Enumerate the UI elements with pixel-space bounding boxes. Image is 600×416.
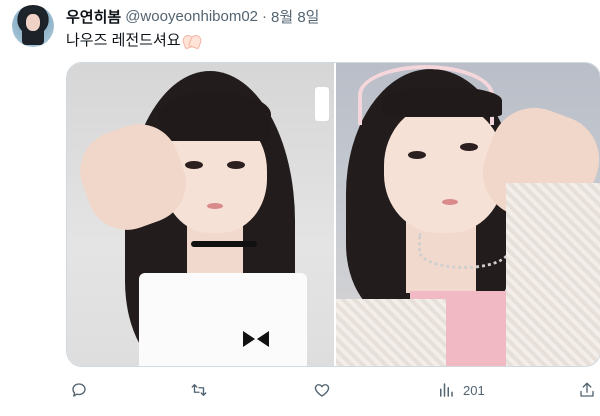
photo-left-lips: [207, 203, 223, 209]
retweet-button[interactable]: [190, 376, 208, 404]
photo-right-cardigan-left: [336, 299, 446, 366]
photo-right[interactable]: [336, 63, 600, 366]
display-name[interactable]: 우연히봄: [66, 6, 121, 27]
photo-right-necklace: [418, 233, 510, 269]
tweet-text-content: 나우즈 레전드셔요: [66, 32, 181, 49]
tweet-text: 나우즈 레전드셔요: [66, 29, 201, 50]
avatar-face: [26, 14, 40, 31]
photo-right-eye-left: [408, 151, 426, 159]
photo-right-cardigan-right: [506, 183, 600, 366]
photo-left[interactable]: [67, 63, 334, 366]
photo-left-bow: [243, 331, 269, 347]
photo-left-eye-right: [227, 161, 245, 169]
photo-right-lips: [442, 199, 458, 205]
photo-left-hairclip: [315, 87, 329, 121]
reply-button[interactable]: [70, 376, 88, 404]
photo-left-eye-left: [185, 161, 203, 169]
photo-left-top: [139, 273, 307, 366]
heart-hands-emoji-icon: [183, 33, 201, 47]
views-button[interactable]: 201: [437, 376, 485, 404]
avatar[interactable]: [12, 5, 54, 47]
retweet-icon: [191, 384, 207, 396]
like-button[interactable]: [313, 376, 331, 404]
reply-icon: [72, 383, 86, 397]
views-icon: [440, 383, 453, 397]
action-bar: 201: [66, 376, 600, 404]
photo-left-bangs: [159, 93, 271, 141]
separator-dot: ·: [262, 7, 268, 25]
media-grid: [66, 62, 600, 367]
tweet[interactable]: 우연히봄 @wooyeonhibom02 · 8월 8일 나우즈 레전드셔요 2…: [0, 0, 600, 416]
user-handle[interactable]: @wooyeonhibom02: [125, 8, 258, 25]
tweet-date[interactable]: 8월 8일: [271, 6, 319, 27]
tweet-header: 우연히봄 @wooyeonhibom02 · 8월 8일: [66, 6, 319, 26]
share-button[interactable]: [578, 376, 596, 404]
heart-icon: [314, 384, 330, 397]
photo-left-choker: [191, 241, 257, 247]
share-icon: [580, 382, 594, 397]
photo-right-bangs: [382, 87, 502, 117]
photo-right-eye-right: [460, 143, 478, 151]
views-count: 201: [463, 382, 485, 398]
